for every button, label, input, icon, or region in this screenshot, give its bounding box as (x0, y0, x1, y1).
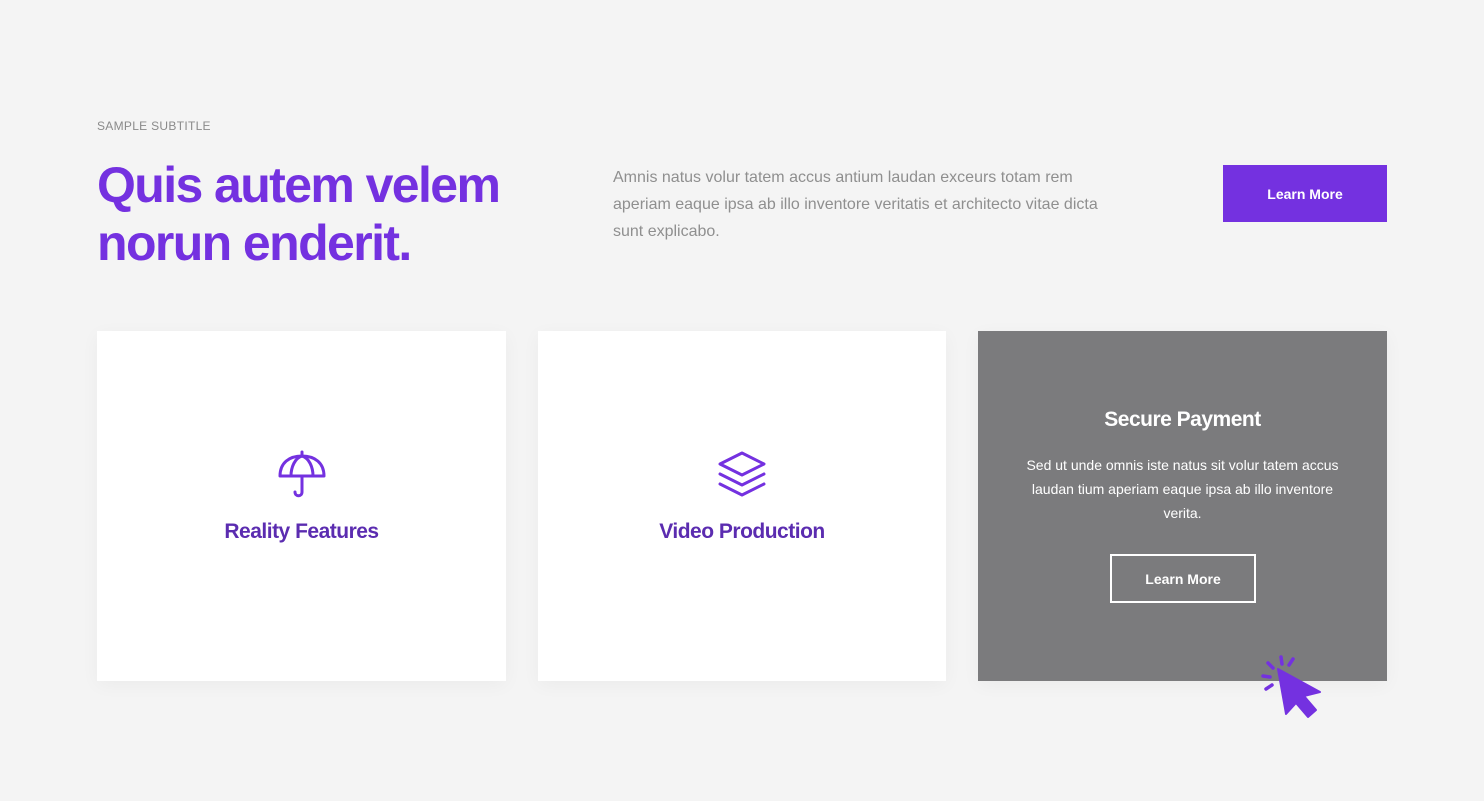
section-heading: Quis autem velem norun enderit. (97, 157, 501, 271)
card-description: Sed ut unde omnis iste natus sit volur t… (1026, 457, 1339, 521)
layers-icon (718, 451, 766, 497)
umbrella-icon (278, 450, 325, 498)
feature-card-video-production[interactable]: Video Production (538, 331, 946, 681)
section-description: Amnis natus volur tatem accus antium lau… (613, 169, 1098, 240)
card-learn-more-button[interactable]: Learn More (1110, 554, 1256, 603)
section-subtitle: SAMPLE SUBTITLE (97, 119, 211, 133)
card-title: Secure Payment (1104, 408, 1261, 431)
card-title: Video Production (659, 520, 825, 543)
click-pointer-icon (1261, 655, 1321, 718)
features-section: SAMPLE SUBTITLE Quis autem velem norun e… (0, 0, 1484, 801)
feature-card-secure-payment[interactable]: Secure Payment Sed ut unde omnis iste na… (978, 331, 1387, 681)
learn-more-button[interactable]: Learn More (1223, 165, 1387, 222)
card-title: Reality Features (224, 520, 379, 543)
feature-card-reality-features[interactable]: Reality Features (97, 331, 506, 681)
